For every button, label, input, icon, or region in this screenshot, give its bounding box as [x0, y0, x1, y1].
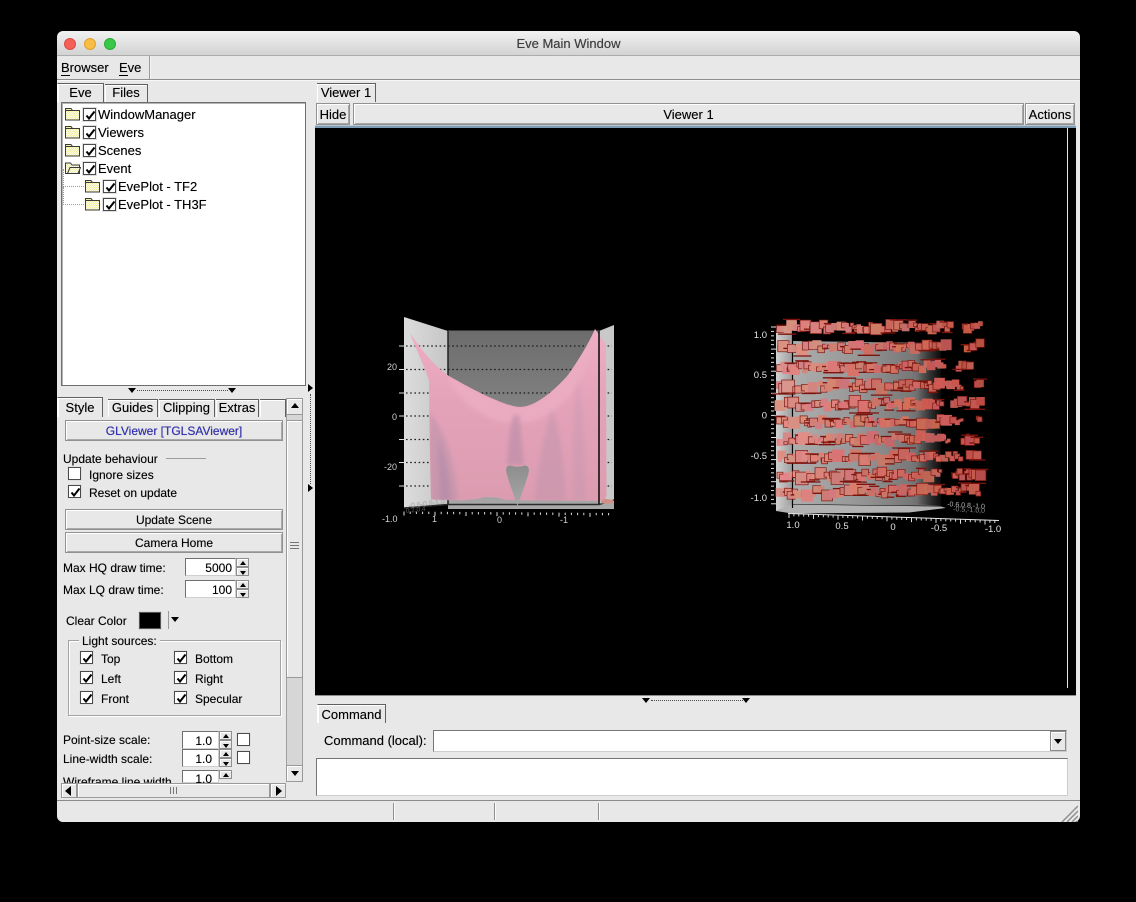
svg-text:-1.0: -1.0	[985, 524, 1001, 535]
svg-text:0: 0	[497, 515, 502, 525]
svg-text:20: 20	[387, 362, 397, 372]
svg-text:1.0: 1.0	[754, 330, 767, 341]
svg-text:0: 0	[890, 522, 895, 533]
svg-text:0.5: 0.5	[835, 521, 848, 532]
svg-text:0.2,0.4: 0.2,0.4	[405, 506, 426, 515]
svg-text:0: 0	[762, 411, 767, 422]
svg-text:-1.0: -1.0	[382, 514, 398, 524]
svg-text:-1: -1	[560, 515, 568, 525]
svg-text:-0.5: -0.5	[931, 523, 947, 534]
svg-text:-1.0: -1.0	[751, 493, 767, 504]
svg-text:1: 1	[432, 514, 437, 524]
svg-text:-0.5,-1.0,0: -0.5,-1.0,0	[953, 506, 985, 515]
svg-text:-20: -20	[384, 462, 397, 472]
svg-text:-0.5: -0.5	[751, 451, 767, 462]
svg-text:0: 0	[392, 412, 397, 422]
svg-text:0.5: 0.5	[754, 370, 767, 381]
svg-text:1.0: 1.0	[786, 520, 799, 531]
